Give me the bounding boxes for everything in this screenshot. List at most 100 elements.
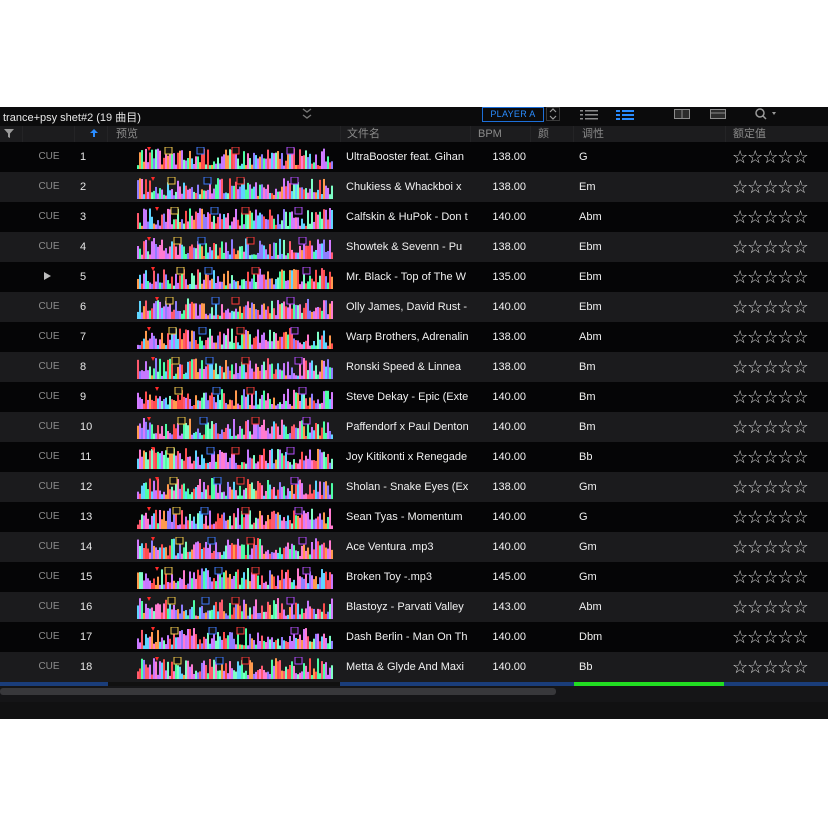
cue-button[interactable]: CUE <box>23 382 75 412</box>
rating-stars[interactable]: ☆☆☆☆☆ <box>732 507 809 527</box>
cue-button[interactable]: CUE <box>23 412 75 442</box>
track-row[interactable]: CUE 6 Olly James, David Rust - 140.00 Eb… <box>0 292 828 322</box>
waveform-preview[interactable] <box>137 327 333 349</box>
track-bpm: 140.00 <box>492 541 526 553</box>
track-row[interactable]: CUE 2 Chukiess & Whackboi x 138.00 Em ☆☆… <box>0 172 828 202</box>
layout-split-icon[interactable] <box>674 107 690 125</box>
rating-stars[interactable]: ☆☆☆☆☆ <box>732 327 809 347</box>
layout-browser-icon[interactable] <box>710 107 726 125</box>
waveform-preview[interactable] <box>137 567 333 589</box>
rating-stars[interactable]: ☆☆☆☆☆ <box>732 297 809 317</box>
rating-stars[interactable]: ☆☆☆☆☆ <box>732 237 809 257</box>
cue-button[interactable]: CUE <box>23 172 75 202</box>
rating-stars[interactable]: ☆☆☆☆☆ <box>732 207 809 227</box>
waveform-preview[interactable] <box>137 507 333 529</box>
player-a-button[interactable]: PLAYER A <box>482 107 544 122</box>
track-number: 11 <box>80 451 92 463</box>
waveform-preview[interactable] <box>137 627 333 649</box>
track-row[interactable]: CUE 9 Steve Dekay - Epic (Exte 140.00 Bm… <box>0 382 828 412</box>
track-row[interactable]: CUE 14 Ace Ventura .mp3 140.00 Gm ☆☆☆☆☆ <box>0 532 828 562</box>
cue-button[interactable]: CUE <box>23 322 75 352</box>
rating-stars[interactable]: ☆☆☆☆☆ <box>732 177 809 197</box>
waveform-preview[interactable] <box>137 177 333 199</box>
sort-ascending-icon[interactable] <box>88 127 100 143</box>
column-header-color[interactable]: 颜 <box>538 126 549 142</box>
cue-button[interactable]: CUE <box>23 202 75 232</box>
rating-stars[interactable]: ☆☆☆☆☆ <box>732 417 809 437</box>
player-select-stepper[interactable] <box>546 107 560 126</box>
rating-stars[interactable]: ☆☆☆☆☆ <box>732 537 809 557</box>
cue-button[interactable]: CUE <box>23 502 75 532</box>
detail-view-icon[interactable] <box>616 108 634 126</box>
track-key: G <box>579 151 588 163</box>
track-row[interactable]: CUE 8 Ronski Speed & Linnea 138.00 Bm ☆☆… <box>0 352 828 382</box>
waveform-preview[interactable] <box>137 597 333 619</box>
rating-stars[interactable]: ☆☆☆☆☆ <box>732 657 809 677</box>
cue-button[interactable]: CUE <box>23 592 75 622</box>
track-filename: Sholan - Snake Eyes (Ex <box>346 481 468 493</box>
cue-button[interactable]: CUE <box>23 652 75 682</box>
track-row[interactable]: CUE 3 Calfskin & HuPok - Don t 140.00 Ab… <box>0 202 828 232</box>
track-row[interactable]: CUE 12 Sholan - Snake Eyes (Ex 138.00 Gm… <box>0 472 828 502</box>
track-row[interactable]: CUE 7 Warp Brothers, Adrenalin 138.00 Ab… <box>0 322 828 352</box>
track-bpm: 138.00 <box>492 151 526 163</box>
track-number: 10 <box>80 421 93 433</box>
track-filename: Calfskin & HuPok - Don t <box>346 211 468 223</box>
cue-button[interactable]: CUE <box>23 472 75 502</box>
cue-button[interactable]: CUE <box>23 292 75 322</box>
waveform-preview[interactable] <box>137 237 333 259</box>
rating-stars[interactable]: ☆☆☆☆☆ <box>732 567 809 587</box>
track-row[interactable]: CUE 15 Broken Toy -.mp3 145.00 Gm ☆☆☆☆☆ <box>0 562 828 592</box>
list-view-icon[interactable] <box>580 108 598 126</box>
track-row[interactable]: CUE 17 Dash Berlin - Man On Th 140.00 Db… <box>0 622 828 652</box>
waveform-preview[interactable] <box>137 417 333 439</box>
cue-button[interactable]: CUE <box>23 562 75 592</box>
filter-icon[interactable] <box>3 127 15 143</box>
track-row[interactable]: CUE 16 Blastoyz - Parvati Valley 143.00 … <box>0 592 828 622</box>
track-bpm: 138.00 <box>492 481 526 493</box>
waveform-preview[interactable] <box>137 267 333 289</box>
cue-button[interactable]: CUE <box>23 532 75 562</box>
track-row[interactable]: CUE 10 Paffendorf x Paul Denton 140.00 B… <box>0 412 828 442</box>
rating-stars[interactable]: ☆☆☆☆☆ <box>732 147 809 167</box>
track-row[interactable]: CUE 11 Joy Kitikonti x Renegade 140.00 B… <box>0 442 828 472</box>
horizontal-scrollbar[interactable] <box>0 688 556 695</box>
track-row[interactable]: 5 Mr. Black - Top of The W 135.00 Ebm ☆☆… <box>0 262 828 292</box>
rating-stars[interactable]: ☆☆☆☆☆ <box>732 447 809 467</box>
rating-stars[interactable]: ☆☆☆☆☆ <box>732 477 809 497</box>
waveform-preview[interactable] <box>137 147 333 169</box>
track-row[interactable]: CUE 4 Showtek & Sevenn - Pu 138.00 Ebm ☆… <box>0 232 828 262</box>
column-header-preview[interactable]: 预览 <box>116 126 138 142</box>
cue-button[interactable]: CUE <box>23 622 75 652</box>
rating-stars[interactable]: ☆☆☆☆☆ <box>732 357 809 377</box>
column-header-rating[interactable]: 额定值 <box>733 126 766 142</box>
column-header-bpm[interactable]: BPM <box>478 126 502 142</box>
waveform-preview[interactable] <box>137 387 333 409</box>
waveform-preview[interactable] <box>137 657 333 679</box>
search-icon[interactable] <box>754 107 782 126</box>
waveform-preview[interactable] <box>137 447 333 469</box>
collapse-icon[interactable] <box>300 107 314 126</box>
track-bpm: 135.00 <box>492 271 526 283</box>
column-header-key[interactable]: 调性 <box>582 126 604 142</box>
cue-button[interactable]: CUE <box>23 232 75 262</box>
track-row[interactable]: CUE 18 Metta & Glyde And Maxi 140.00 Bb … <box>0 652 828 682</box>
rating-stars[interactable]: ☆☆☆☆☆ <box>732 387 809 407</box>
waveform-preview[interactable] <box>137 297 333 319</box>
track-row[interactable]: CUE 1 UltraBooster feat. Gihan 138.00 G … <box>0 142 828 172</box>
waveform-preview[interactable] <box>137 537 333 559</box>
waveform-preview[interactable] <box>137 357 333 379</box>
track-row[interactable]: CUE 13 Sean Tyas - Momentum 140.00 G ☆☆☆… <box>0 502 828 532</box>
waveform-preview[interactable] <box>137 477 333 499</box>
track-filename: Showtek & Sevenn - Pu <box>346 241 463 253</box>
playlist-title: trance+psy shet#2 (19 曲目) <box>3 112 141 124</box>
column-header-filename[interactable]: 文件名 <box>347 126 380 142</box>
cue-button[interactable]: CUE <box>23 352 75 382</box>
rating-stars[interactable]: ☆☆☆☆☆ <box>732 627 809 647</box>
rating-stars[interactable]: ☆☆☆☆☆ <box>732 597 809 617</box>
cue-button[interactable]: CUE <box>23 142 75 172</box>
waveform-preview[interactable] <box>137 207 333 229</box>
rating-stars[interactable]: ☆☆☆☆☆ <box>732 267 809 287</box>
track-number: 13 <box>80 511 93 523</box>
cue-button[interactable]: CUE <box>23 442 75 472</box>
